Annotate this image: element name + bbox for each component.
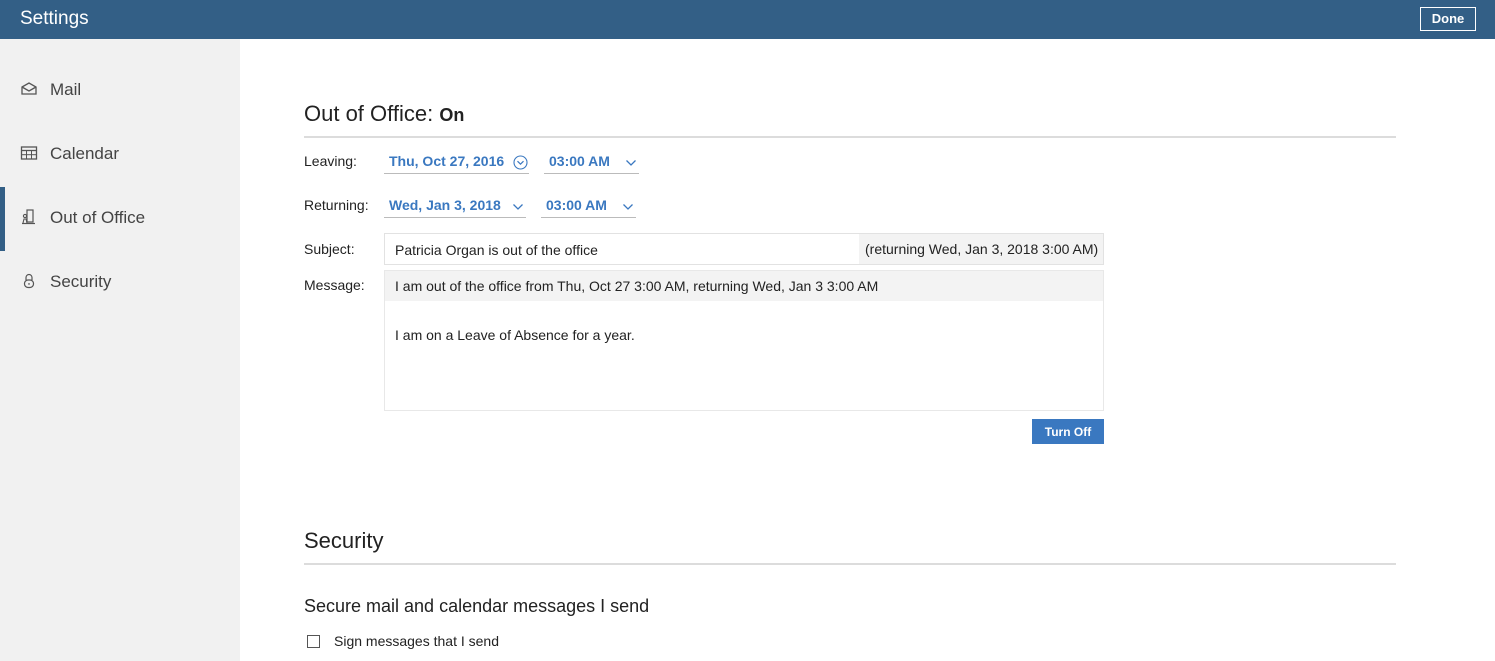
message-label: Message: bbox=[304, 277, 365, 293]
chevron-circle-icon bbox=[513, 155, 528, 170]
sidebar-item-mail[interactable]: Mail bbox=[0, 59, 240, 123]
sign-messages-label[interactable]: Sign messages that I send bbox=[334, 633, 499, 649]
security-subheading: Secure mail and calendar messages I send bbox=[304, 596, 650, 616]
sidebar-item-label: Out of Office bbox=[50, 208, 146, 227]
leaving-label: Leaving: bbox=[304, 153, 357, 169]
divider bbox=[304, 136, 1396, 138]
leaving-date-value: Thu, Oct 27, 2016 bbox=[389, 153, 505, 169]
message-body: I am on a Leave of Absence for a year. bbox=[395, 327, 635, 343]
divider bbox=[304, 563, 1396, 565]
chevron-down-icon bbox=[623, 204, 633, 210]
leaving-date-picker[interactable]: Thu, Oct 27, 2016 bbox=[384, 148, 529, 174]
turn-off-button[interactable]: Turn Off bbox=[1032, 419, 1104, 444]
returning-label: Returning: bbox=[304, 197, 369, 213]
top-bar: Settings Done bbox=[0, 0, 1495, 39]
returning-time-select[interactable]: 03:00 AM bbox=[541, 192, 636, 218]
subject-field[interactable]: Patricia Organ is out of the office (ret… bbox=[384, 233, 1104, 265]
sidebar: Mail Calendar Out of Office Security bbox=[0, 39, 240, 661]
sidebar-item-security[interactable]: Security bbox=[0, 251, 240, 315]
done-button[interactable]: Done bbox=[1420, 7, 1476, 31]
out-of-office-icon bbox=[22, 209, 35, 225]
sign-messages-checkbox[interactable] bbox=[307, 635, 320, 648]
out-of-office-title: Out of Office: bbox=[304, 101, 434, 126]
sidebar-item-calendar[interactable]: Calendar bbox=[0, 123, 240, 187]
sidebar-item-label: Calendar bbox=[50, 144, 119, 163]
active-indicator bbox=[0, 187, 5, 251]
message-field[interactable]: I am out of the office from Thu, Oct 27 … bbox=[384, 270, 1104, 411]
out-of-office-status: On bbox=[439, 105, 465, 125]
subject-value: Patricia Organ is out of the office bbox=[395, 242, 598, 258]
out-of-office-heading: Out of Office: On bbox=[304, 101, 464, 127]
leaving-time-value: 03:00 AM bbox=[549, 153, 610, 169]
chevron-down-icon bbox=[626, 160, 636, 166]
page-title: Settings bbox=[20, 8, 89, 29]
lock-icon bbox=[23, 273, 35, 289]
mail-icon bbox=[21, 82, 37, 95]
subject-label: Subject: bbox=[304, 241, 355, 257]
security-heading: Security bbox=[304, 528, 384, 553]
calendar-icon bbox=[20, 146, 38, 160]
message-auto-text: I am out of the office from Thu, Oct 27 … bbox=[385, 271, 1103, 301]
returning-date-picker[interactable]: Wed, Jan 3, 2018 bbox=[384, 192, 526, 218]
returning-time-value: 03:00 AM bbox=[546, 197, 607, 213]
sidebar-item-label: Security bbox=[50, 272, 112, 291]
sidebar-item-out-of-office[interactable]: Out of Office bbox=[0, 187, 240, 251]
main-content: Out of Office: On Leaving: Thu, Oct 27, … bbox=[240, 39, 1495, 661]
sidebar-item-label: Mail bbox=[50, 80, 82, 99]
leaving-time-select[interactable]: 03:00 AM bbox=[544, 148, 639, 174]
subject-suffix: (returning Wed, Jan 3, 2018 3:00 AM) bbox=[859, 234, 1103, 264]
returning-date-value: Wed, Jan 3, 2018 bbox=[389, 197, 501, 213]
chevron-down-icon bbox=[513, 204, 523, 210]
